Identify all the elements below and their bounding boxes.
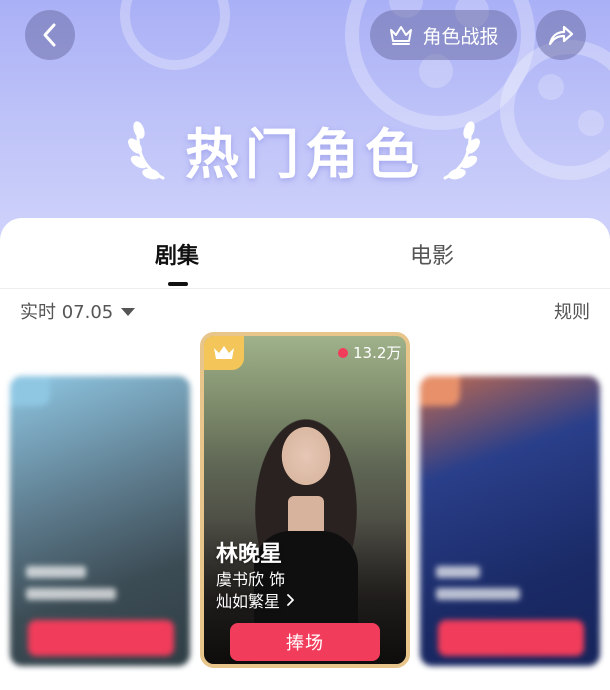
blurred-subtitle: [26, 588, 116, 600]
chevron-left-icon: [43, 23, 56, 47]
top-rank-badge: [204, 336, 244, 370]
tab-movies[interactable]: 电影: [410, 238, 454, 270]
film-reel-decoration: [120, 0, 230, 70]
heat-count: 13.2万: [338, 342, 401, 363]
tab-divider: [0, 288, 610, 289]
crown-icon: [214, 346, 234, 359]
rules-link[interactable]: 规则: [554, 298, 590, 324]
laurel-right-icon: [443, 121, 480, 180]
character-card-left[interactable]: [10, 376, 190, 666]
heat-dot-icon: [338, 347, 348, 358]
cheer-button[interactable]: 捧场: [230, 623, 380, 661]
blurred-name: [26, 566, 86, 578]
rank-badge: [420, 376, 460, 406]
tab-series[interactable]: 剧集: [155, 238, 199, 270]
character-card-featured[interactable]: 13.2万 林晚星 虞书欣 饰 灿如繁星 捧场: [200, 332, 410, 668]
role-report-label: 角色战报: [422, 25, 499, 48]
active-tab-indicator: [168, 282, 188, 286]
back-button[interactable]: [25, 10, 75, 60]
header-banner: 角色战报 热门角色: [0, 0, 610, 240]
time-filter-dropdown[interactable]: 实时 07.05: [20, 298, 136, 324]
cheer-button-blurred[interactable]: [28, 620, 174, 656]
cheer-button-blurred[interactable]: [438, 620, 584, 656]
page-title: 热门角色: [185, 123, 425, 186]
caret-down-icon: [121, 308, 136, 316]
time-filter-label: 实时 07.05: [20, 302, 114, 323]
role-report-button[interactable]: 角色战报: [370, 10, 517, 60]
drama-title: 灿如繁星: [216, 592, 281, 611]
rank-badge: [10, 376, 50, 406]
blurred-name: [436, 566, 480, 578]
character-card-right[interactable]: [420, 376, 600, 666]
crown-icon: [390, 26, 413, 45]
actor-name: 虞书欣 饰: [216, 570, 286, 589]
blurred-subtitle: [436, 588, 520, 600]
character-name: 林晚星: [216, 542, 283, 567]
chevron-right-icon: [287, 594, 294, 606]
drama-link[interactable]: 灿如繁星: [216, 588, 294, 612]
heat-value: 13.2万: [353, 344, 402, 362]
share-button[interactable]: [536, 10, 586, 60]
share-arrow-icon: [548, 25, 574, 46]
